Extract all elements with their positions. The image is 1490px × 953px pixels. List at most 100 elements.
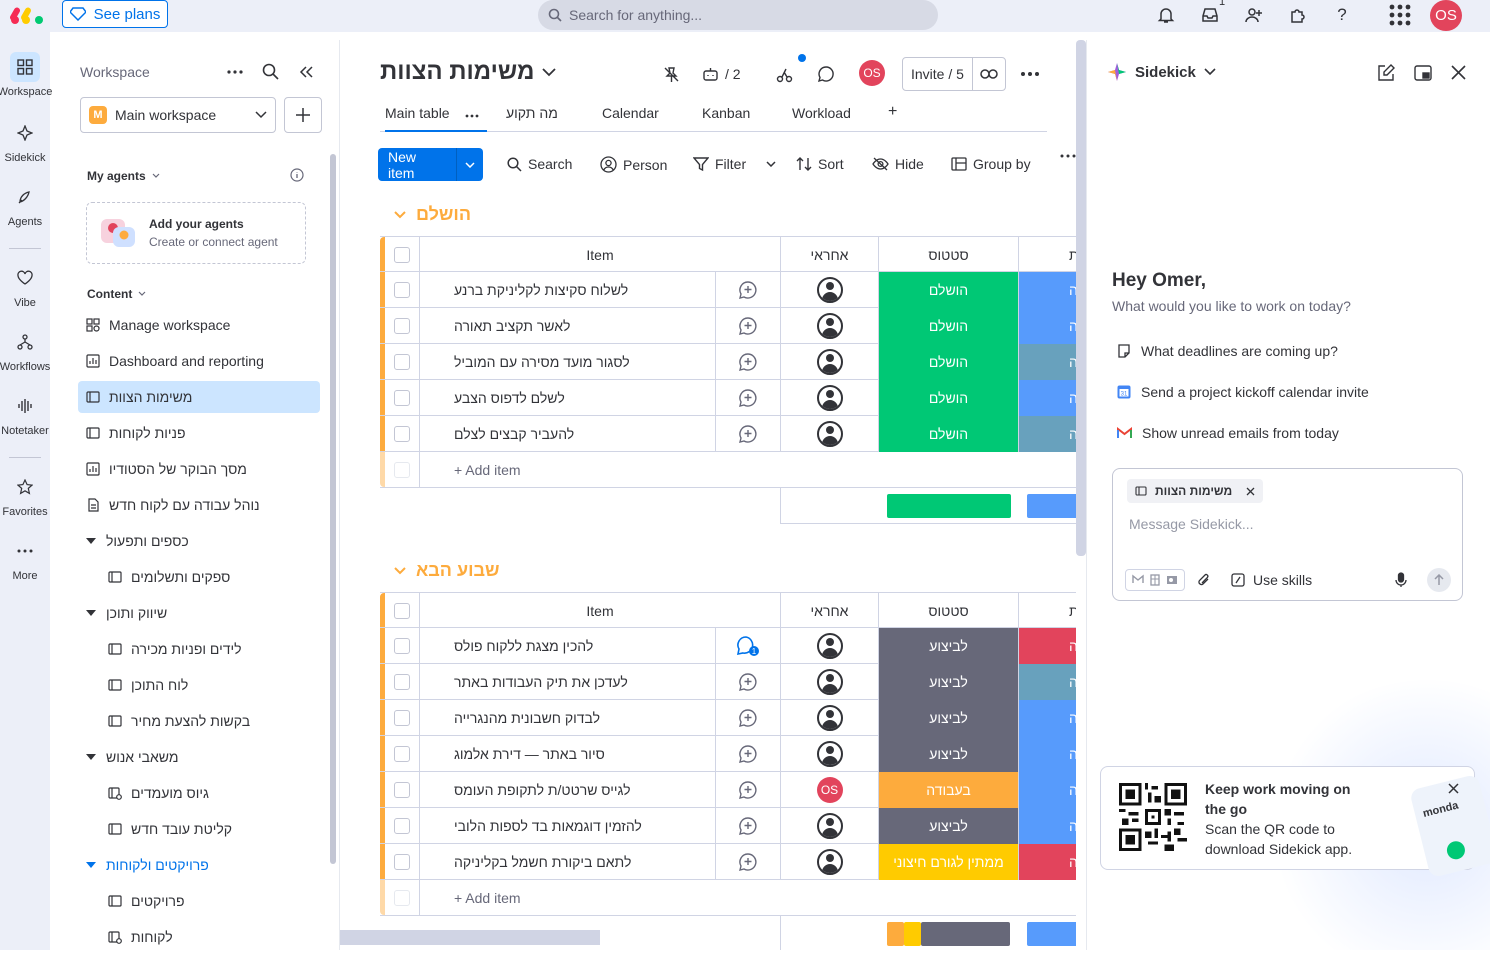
chat-icon[interactable] (814, 62, 838, 86)
invite-members-icon[interactable] (1242, 3, 1266, 27)
message-input[interactable]: Message Sidekick... (1129, 516, 1254, 532)
add-update-icon[interactable] (738, 280, 758, 300)
app-switcher-icon[interactable] (1388, 3, 1412, 27)
owner-avatar[interactable] (816, 421, 843, 447)
item-name[interactable]: לשלוח סקיצות לקליניקת ברנע (454, 282, 628, 298)
folder-marketing-content[interactable]: שיווק ותוכן (86, 605, 167, 621)
rail-vibe[interactable]: Vibe (0, 263, 50, 309)
owner-avatar[interactable] (816, 349, 843, 375)
owner-cell[interactable] (780, 416, 878, 452)
owner-cell[interactable] (780, 844, 878, 880)
sidebar-item-studio-morning-screen[interactable]: מסך הבוקר של הסטודיו (78, 453, 320, 485)
add-item-row[interactable]: + Add item (380, 452, 1076, 488)
next-column-cell[interactable]: ה (1018, 664, 1076, 700)
sidekick-message-box[interactable]: משימות הצוות Message Sidekick... Use ski… (1112, 468, 1463, 601)
owner-avatar[interactable]: OS (816, 777, 843, 803)
sidekick-title[interactable]: Sidekick (1107, 62, 1216, 82)
item-name[interactable]: להזמין דוגמאות בד לספות הלובי (454, 818, 642, 834)
collapse-sidebar-icon[interactable] (298, 64, 314, 83)
pin-off-icon[interactable] (659, 62, 683, 86)
updates-cell[interactable] (715, 380, 780, 416)
more-dots-icon[interactable] (226, 64, 244, 83)
status-cell[interactable]: הושלם (878, 344, 1018, 380)
invite-button[interactable]: Invite / 5 (902, 57, 1006, 91)
next-column-cell[interactable]: ה (1018, 272, 1076, 308)
sidebar-item-suppliers-payments[interactable]: ספקים ותשלומים (100, 561, 320, 593)
next-column-cell[interactable]: ה (1018, 844, 1076, 880)
owner-cell[interactable] (780, 380, 878, 416)
status-cell[interactable]: הושלם (878, 308, 1018, 344)
next-column-cell[interactable]: ה (1018, 344, 1076, 380)
sidebar-item-employee-onboarding[interactable]: קליטת עובד חדש (100, 813, 320, 845)
column-header-next[interactable]: ת (1018, 237, 1076, 273)
column-header-next[interactable]: ת (1018, 593, 1076, 629)
status-cell[interactable]: בעבודה (878, 772, 1018, 808)
send-button[interactable] (1427, 568, 1451, 592)
updates-cell[interactable] (715, 664, 780, 700)
item-name[interactable]: לתאם ביקורת חשמל בקליניקה (454, 854, 631, 870)
updates-cell[interactable] (715, 844, 780, 880)
rail-sidekick[interactable]: Sidekick (0, 118, 50, 164)
owner-cell[interactable]: OS (780, 772, 878, 808)
sidebar-item-clients[interactable]: לקוחות (100, 921, 320, 953)
sidebar-item-content-calendar[interactable]: לוח התוכן (100, 669, 320, 701)
board-owner-avatar[interactable]: OS (859, 60, 885, 86)
item-name[interactable]: לשלם לדפוס הצבע (454, 390, 565, 406)
rail-more[interactable]: More (0, 536, 50, 582)
rail-agents[interactable]: Agents (0, 182, 50, 228)
sidebar-scrollbar[interactable] (330, 154, 336, 864)
search-icon[interactable] (262, 63, 279, 83)
add-update-icon[interactable] (738, 708, 758, 728)
add-item-row[interactable]: + Add item (380, 880, 1076, 916)
next-column-cell[interactable]: ה (1018, 808, 1076, 844)
automation-icon[interactable] (772, 62, 796, 86)
global-search[interactable]: Search for anything... (538, 0, 938, 30)
group-by-tool[interactable]: Group by (951, 156, 1031, 172)
item-name[interactable]: סיור באתר — דירת אלמוג (454, 746, 605, 762)
status-summary-segment[interactable] (887, 922, 904, 946)
group-title[interactable]: שבוע הבא (394, 560, 500, 581)
owner-cell[interactable] (780, 628, 878, 664)
column-header-item[interactable]: Item (419, 237, 780, 273)
hide-tool[interactable]: Hide (872, 156, 924, 172)
rail-workflows[interactable]: Workflows (0, 327, 50, 373)
row-checkbox[interactable] (394, 282, 410, 298)
add-update-icon[interactable] (738, 672, 758, 692)
row-checkbox[interactable] (394, 638, 410, 654)
tab-whats-stuck[interactable]: מה תקוע (506, 105, 558, 121)
add-update-icon[interactable] (738, 780, 758, 800)
table-row[interactable]: להכין מצגת ללקוח פולס 1 לביצוע ה (380, 628, 1076, 664)
board-horizontal-scrollbar[interactable] (340, 930, 600, 945)
close-icon[interactable] (1448, 781, 1459, 797)
use-skills-button[interactable]: Use skills (1231, 572, 1312, 588)
context-chip[interactable]: משימות הצוות (1127, 479, 1264, 503)
add-update-icon[interactable] (738, 352, 758, 372)
chevron-down-icon[interactable] (394, 566, 406, 575)
row-checkbox[interactable] (394, 854, 410, 870)
row-checkbox[interactable] (394, 782, 410, 798)
status-summary-segment[interactable] (887, 494, 1011, 518)
sidebar-item-quote-requests[interactable]: בקשות להצעת מחיר (100, 705, 320, 737)
new-chat-icon[interactable] (1377, 64, 1395, 85)
owner-avatar[interactable] (816, 813, 843, 839)
item-name[interactable]: לאשר תקציב תאורה (454, 318, 570, 334)
add-to-workspace-button[interactable] (284, 97, 322, 133)
table-row[interactable]: לשלם לדפוס הצבע הושלם ה (380, 380, 1076, 416)
table-row[interactable]: לשלוח סקיצות לקליניקת ברנע הושלם ה (380, 272, 1076, 308)
column-header-item[interactable]: Item (419, 593, 780, 629)
connected-apps[interactable] (1125, 569, 1185, 591)
see-plans-button[interactable]: See plans (62, 0, 168, 28)
chevron-down-icon[interactable] (394, 210, 406, 219)
close-icon[interactable] (1246, 487, 1255, 496)
table-row[interactable]: לאשר תקציב תאורה הושלם ה (380, 308, 1076, 344)
add-update-icon[interactable] (738, 424, 758, 444)
folder-projects-clients[interactable]: פרויקטים ולקוחות (86, 857, 209, 873)
status-cell[interactable]: לביצוע (878, 700, 1018, 736)
folder-finance-operations[interactable]: כספים ותפעול (86, 533, 189, 549)
board-vertical-scrollbar[interactable] (1076, 40, 1086, 556)
owner-avatar[interactable] (816, 705, 843, 731)
row-checkbox[interactable] (394, 710, 410, 726)
new-item-button[interactable]: New item (378, 148, 483, 181)
suggestion-unread-emails[interactable]: Show unread emails from today (1117, 425, 1339, 441)
integrations-button[interactable]: / 2 (702, 62, 752, 86)
